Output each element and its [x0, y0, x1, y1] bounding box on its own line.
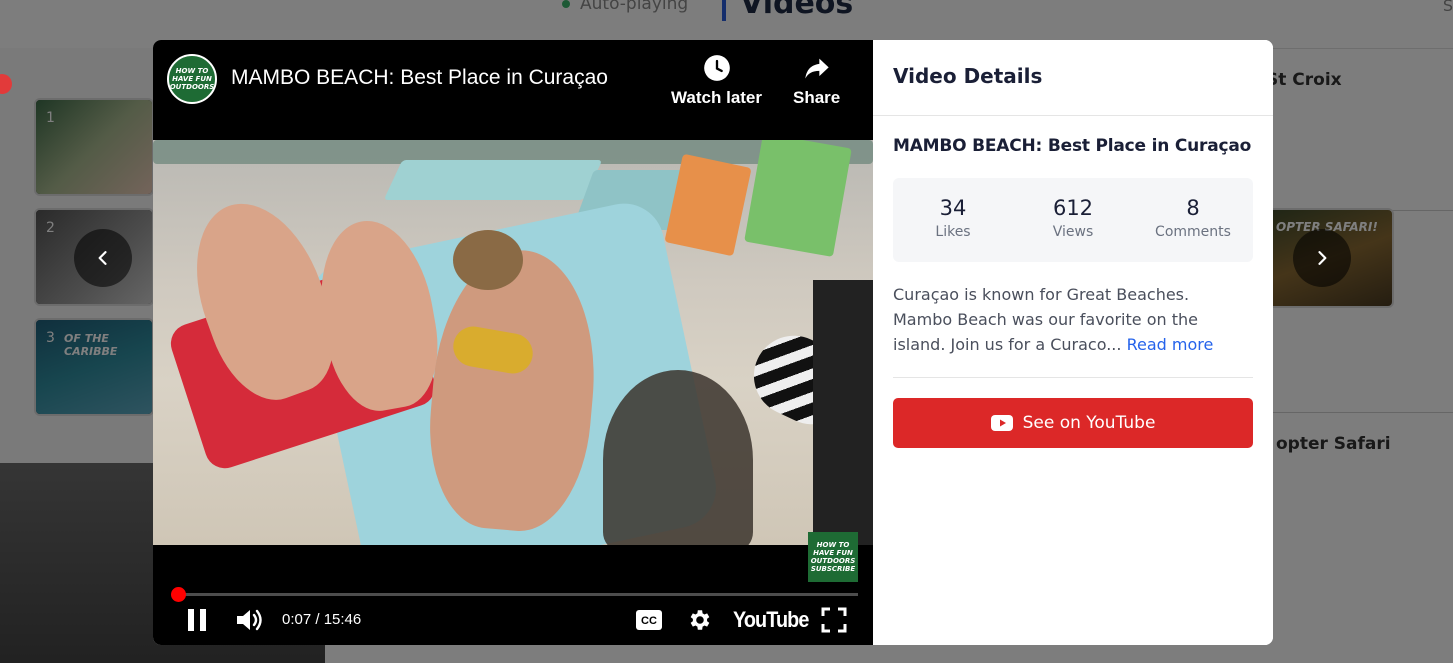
clock-icon	[703, 55, 730, 81]
youtube-play-icon	[990, 415, 1013, 431]
next-video-button[interactable]	[1293, 229, 1351, 287]
details-video-title: MAMBO BEACH: Best Place in Curaçao	[893, 136, 1252, 156]
watch-later-label: Watch later	[671, 88, 763, 107]
subscribe-watermark[interactable]: HOW TO HAVE FUN OUTDOORS SUBSCRIBE	[808, 532, 858, 582]
details-header: Video Details	[873, 40, 1273, 116]
fullscreen-button[interactable]	[821, 606, 847, 634]
share-label: Share	[793, 88, 841, 107]
youtube-logo-link[interactable]: YouTube	[733, 606, 809, 634]
stat-views: 612 Views	[1013, 178, 1133, 262]
player-header: HOW TO HAVE FUN OUTDOORS MAMBO BEACH: Be…	[153, 40, 873, 140]
stat-label: Views	[1052, 224, 1094, 240]
settings-button[interactable]	[686, 606, 712, 634]
video-description: Curaçao is known for Great Beaches. Mamb…	[893, 282, 1253, 357]
stat-comments: 8 Comments	[1133, 178, 1253, 262]
chevron-right-icon	[1318, 251, 1327, 265]
volume-button[interactable]	[235, 606, 265, 634]
video-modal: HOW TO HAVE FUN OUTDOORS MAMBO BEACH: Be…	[153, 40, 1273, 645]
video-frame[interactable]	[153, 140, 873, 545]
divider	[893, 377, 1253, 378]
see-on-youtube-label: See on YouTube	[1022, 413, 1156, 433]
read-more-link[interactable]: Read more	[1127, 335, 1214, 354]
video-player[interactable]: HOW TO HAVE FUN OUTDOORS MAMBO BEACH: Be…	[153, 40, 873, 645]
volume-icon	[237, 609, 262, 631]
stat-label: Likes	[935, 224, 971, 240]
chevron-left-icon	[98, 251, 107, 265]
gear-icon	[690, 610, 710, 630]
stat-likes: 34 Likes	[893, 178, 1013, 262]
stat-value: 8	[1186, 196, 1200, 220]
previous-video-button[interactable]	[74, 229, 132, 287]
progress-scrubber[interactable]	[171, 587, 187, 602]
video-title[interactable]: MAMBO BEACH: Best Place in Curaçao	[231, 66, 608, 90]
video-content	[153, 140, 873, 545]
stats-box: 34 Likes 612 Views 8 Comments	[893, 178, 1253, 262]
subscribe-label: SUBSCRIBE	[810, 565, 856, 573]
pause-icon	[188, 609, 206, 631]
time-display: 0:07 / 15:46	[282, 611, 362, 628]
svg-text:CC: CC	[641, 615, 657, 627]
watch-later-button[interactable]: Watch later	[671, 54, 762, 108]
channel-logo-text: HOW TO HAVE FUN OUTDOORS	[169, 67, 215, 91]
stat-value: 34	[939, 196, 967, 220]
progress-bar[interactable]	[171, 587, 858, 602]
video-details-panel: Video Details MAMBO BEACH: Best Place in…	[873, 40, 1273, 645]
stat-value: 612	[1052, 196, 1094, 220]
pause-button[interactable]	[185, 606, 209, 634]
stat-label: Comments	[1155, 224, 1231, 240]
channel-logo[interactable]: HOW TO HAVE FUN OUTDOORS	[167, 54, 217, 104]
share-button[interactable]: Share	[793, 54, 840, 108]
share-arrow-icon	[804, 58, 829, 79]
watermark-text: HOW TO HAVE FUN OUTDOORS	[810, 541, 856, 565]
closed-captions-icon: CC	[636, 610, 662, 630]
see-on-youtube-button[interactable]: See on YouTube	[893, 398, 1253, 448]
fullscreen-icon	[821, 607, 847, 633]
captions-button[interactable]: CC	[635, 606, 663, 634]
